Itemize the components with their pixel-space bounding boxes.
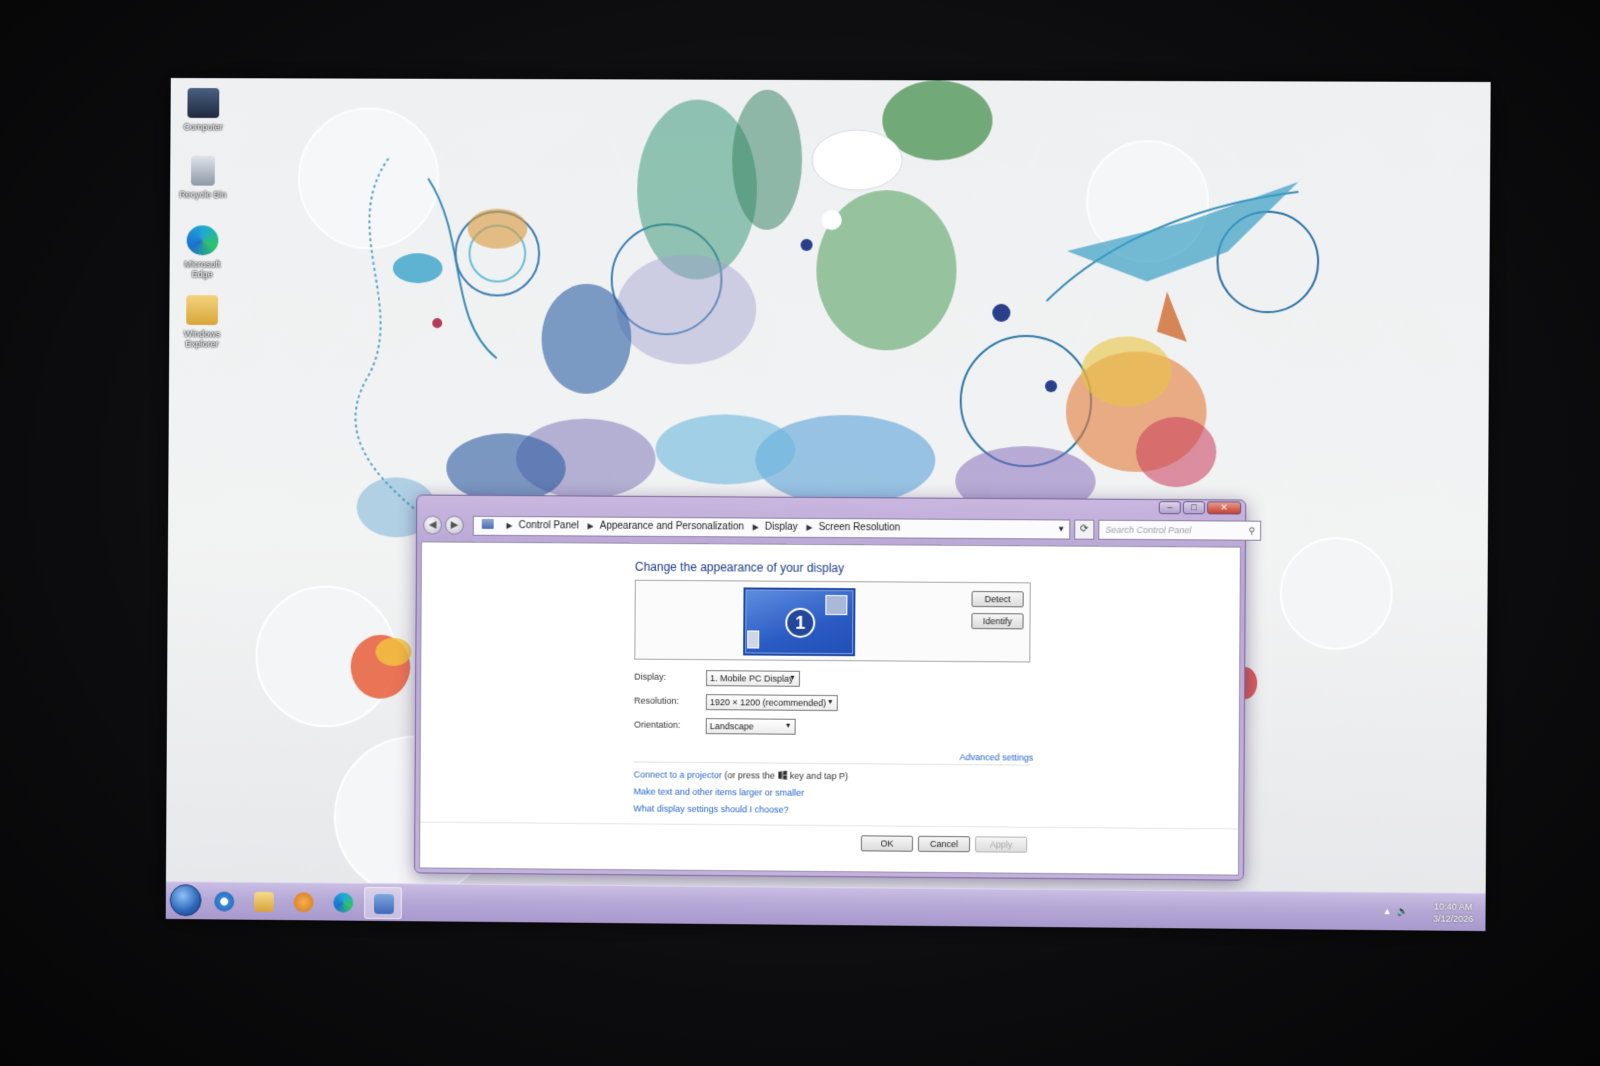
system-tray: ▲ 🔊 10:40 AM 3/12/2026 bbox=[1383, 897, 1474, 928]
desktop-icon-computer[interactable]: Computer bbox=[176, 88, 230, 132]
advanced-settings-link[interactable]: Advanced settings bbox=[960, 752, 1034, 763]
desktop-icon-label: Windows Explorer bbox=[183, 328, 221, 349]
display-settings-help-link[interactable]: What display settings should I choose? bbox=[633, 803, 788, 814]
edge-icon bbox=[333, 892, 354, 913]
start-button[interactable] bbox=[169, 884, 202, 917]
window-thumbnail-icon bbox=[825, 595, 848, 616]
internet-explorer-icon bbox=[214, 891, 235, 912]
back-button[interactable]: ◀ bbox=[423, 515, 443, 535]
projector-hint-b: key and tap P) bbox=[789, 770, 849, 782]
projector-line: Connect to a projector (or press the key … bbox=[634, 769, 848, 781]
chevron-down-icon: ▼ bbox=[784, 722, 792, 730]
title-bar[interactable]: – □ ✕ bbox=[417, 496, 1245, 515]
minimize-button[interactable]: – bbox=[1158, 501, 1181, 515]
windows-key-icon bbox=[778, 771, 787, 780]
content-pane: Change the appearance of your display 1 … bbox=[419, 541, 1241, 876]
apply-button[interactable]: Apply bbox=[975, 836, 1028, 853]
desktop-icon-recycle-bin[interactable]: Recycle Bin bbox=[176, 155, 230, 200]
cancel-button[interactable]: Cancel bbox=[917, 835, 971, 853]
breadcrumb-screen-resolution[interactable]: Screen Resolution bbox=[819, 522, 901, 534]
chevron-down-icon: ▼ bbox=[788, 674, 796, 682]
clock[interactable]: 10:40 AM 3/12/2026 bbox=[1433, 900, 1474, 924]
control-panel-icon bbox=[481, 518, 494, 529]
desktop-icon-edge[interactable]: Microsoft Edge bbox=[176, 225, 230, 279]
address-bar[interactable]: ▶ Control Panel ▶ Appearance and Personali… bbox=[472, 515, 1071, 540]
resolution-label: Resolution: bbox=[634, 695, 680, 706]
display-dropdown[interactable]: 1. Mobile PC Display ▼ bbox=[705, 670, 800, 687]
search-placeholder: Search Control Panel bbox=[1105, 524, 1192, 536]
volume-icon[interactable]: 🔊 bbox=[1397, 906, 1408, 917]
orientation-dropdown[interactable]: Landscape ▼ bbox=[705, 718, 796, 735]
chevron-down-icon[interactable]: ▼ bbox=[1057, 520, 1065, 538]
monitor-bezel: Computer Recycle Bin Microsoft Edge Wind… bbox=[0, 0, 1600, 1066]
forward-button[interactable]: ▶ bbox=[444, 515, 464, 535]
display-arrangement-area: 1 Detect Identify bbox=[634, 579, 1031, 663]
search-input[interactable]: Search Control Panel ⚲ bbox=[1098, 519, 1262, 541]
desktop-icon-windows-explorer[interactable]: Windows Explorer bbox=[175, 295, 229, 349]
media-player-icon bbox=[293, 892, 314, 913]
maximize-button[interactable]: □ bbox=[1182, 501, 1206, 515]
page-title: Change the appearance of your display bbox=[634, 559, 845, 576]
recycle-bin-icon bbox=[190, 155, 215, 186]
identify-button[interactable]: Identify bbox=[971, 613, 1024, 630]
folder-icon bbox=[186, 295, 219, 326]
desktop-icon-label: Computer bbox=[183, 121, 223, 132]
projector-hint-a: (or press the bbox=[724, 770, 775, 781]
breadcrumb-display[interactable]: Display bbox=[765, 522, 798, 533]
control-panel-icon bbox=[374, 893, 395, 915]
resolution-dropdown[interactable]: 1920 × 1200 (recommended) ▼ bbox=[705, 694, 838, 712]
search-icon[interactable]: ⚲ bbox=[1248, 522, 1255, 540]
computer-icon bbox=[187, 88, 220, 118]
taskbar-control-panel[interactable] bbox=[364, 886, 403, 920]
folder-icon bbox=[253, 891, 274, 912]
resolution-value: 1920 × 1200 (recommended) bbox=[709, 697, 827, 709]
orientation-value: Landscape bbox=[709, 721, 754, 732]
display-value: 1. Mobile PC Display bbox=[710, 673, 794, 684]
detect-button[interactable]: Detect bbox=[971, 590, 1024, 608]
monitor-number: 1 bbox=[785, 607, 816, 638]
navigation-bar: ◀ ▶ ▶ Control Panel ▶ Appearance and Perso… bbox=[421, 513, 1262, 544]
breadcrumb-control-panel[interactable]: Control Panel bbox=[518, 520, 578, 531]
desktop-icon-label: Recycle Bin bbox=[179, 189, 227, 200]
monitor-1-tile[interactable]: 1 bbox=[743, 587, 856, 657]
clock-time: 10:40 AM bbox=[1434, 901, 1473, 912]
desktop-icon-label: Microsoft Edge bbox=[184, 259, 221, 280]
show-hidden-icons-icon[interactable]: ▲ bbox=[1383, 906, 1392, 916]
gadget-thumbnail-icon bbox=[747, 630, 760, 649]
screen-resolution-window: – □ ✕ ◀ ▶ ▶ Control Panel ▶ Appearance and… bbox=[414, 494, 1262, 881]
ok-button[interactable]: OK bbox=[860, 835, 914, 852]
desktop-screen: Computer Recycle Bin Microsoft Edge Wind… bbox=[165, 78, 1491, 932]
refresh-button[interactable]: ⟳ bbox=[1074, 519, 1095, 540]
taskbar-file-explorer[interactable] bbox=[245, 886, 283, 918]
footer-divider bbox=[420, 821, 1239, 830]
taskbar-internet-explorer[interactable] bbox=[205, 885, 243, 917]
orientation-label: Orientation: bbox=[633, 719, 681, 730]
taskbar-edge[interactable] bbox=[324, 887, 362, 919]
text-size-link[interactable]: Make text and other items larger or smal… bbox=[633, 786, 804, 797]
breadcrumb-appearance[interactable]: Appearance and Personalization bbox=[600, 521, 744, 533]
taskbar-media-player[interactable] bbox=[285, 886, 323, 918]
close-button[interactable]: ✕ bbox=[1206, 501, 1242, 515]
connect-projector-link[interactable]: Connect to a projector bbox=[634, 769, 722, 780]
clock-date: 3/12/2026 bbox=[1432, 913, 1474, 924]
chevron-down-icon: ▼ bbox=[826, 699, 834, 707]
display-label: Display: bbox=[634, 671, 667, 682]
edge-icon bbox=[186, 225, 219, 256]
